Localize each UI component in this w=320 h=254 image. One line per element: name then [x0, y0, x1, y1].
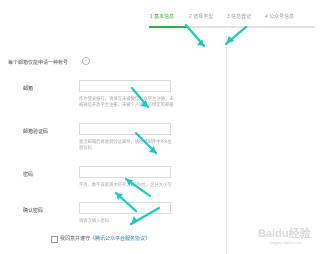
password-field[interactable]	[79, 166, 171, 178]
agree-checkbox[interactable]	[51, 236, 58, 243]
arrow-2-head	[226, 36, 234, 44]
agreement-link[interactable]: 《腾讯公众平台服务协议》	[90, 236, 150, 242]
arrow-1-head	[197, 39, 204, 46]
password-hint: 字母、数字或者英文符号，最短8位，区分大小写	[79, 182, 172, 187]
step-1: 1 基本信息	[150, 14, 175, 20]
step-2: 2 选择类型	[189, 14, 214, 20]
arrow-6-head	[116, 193, 123, 200]
code-hint: 激活邮箱后将收到验证邮件，请回填邮件中的6位验证码	[79, 139, 172, 151]
agreement-prefix: 我同意并遵守	[60, 236, 91, 242]
arrow-2	[224, 25, 248, 46]
confirm-password-field[interactable]	[79, 202, 171, 214]
step-3: 3 信息登记	[227, 14, 252, 20]
confirm-password-hint: 请再次输入密码	[79, 218, 110, 223]
watermark-url: jingyan.baidu.com	[270, 240, 303, 245]
section-title: 每个邮箱仅能申请一种帐号	[8, 60, 69, 66]
watermark-logo: Baidu经验	[258, 228, 311, 240]
password-label: 密码	[23, 172, 34, 178]
confirm-password-label: 确认密码	[23, 208, 44, 214]
agreement-text: 我同意并遵守《腾讯公众平台服务协议》	[60, 235, 150, 242]
step-4: 4 公众号信息	[265, 14, 295, 20]
code-field[interactable]	[79, 123, 171, 135]
right-divider	[226, 35, 227, 254]
email-field[interactable]	[79, 80, 171, 92]
step-line-active	[149, 26, 187, 28]
email-label: 邮箱	[23, 86, 34, 92]
help-icon[interactable]: ?	[82, 57, 90, 65]
code-label: 邮箱验证码	[23, 129, 49, 135]
arrow-1	[184, 23, 206, 48]
step-line-rest	[187, 26, 315, 28]
email-hint: 作为登录帐号，请填写未被微信公众平台注册，未被微信开放平台注册，未被个人微信号绑…	[79, 96, 174, 108]
